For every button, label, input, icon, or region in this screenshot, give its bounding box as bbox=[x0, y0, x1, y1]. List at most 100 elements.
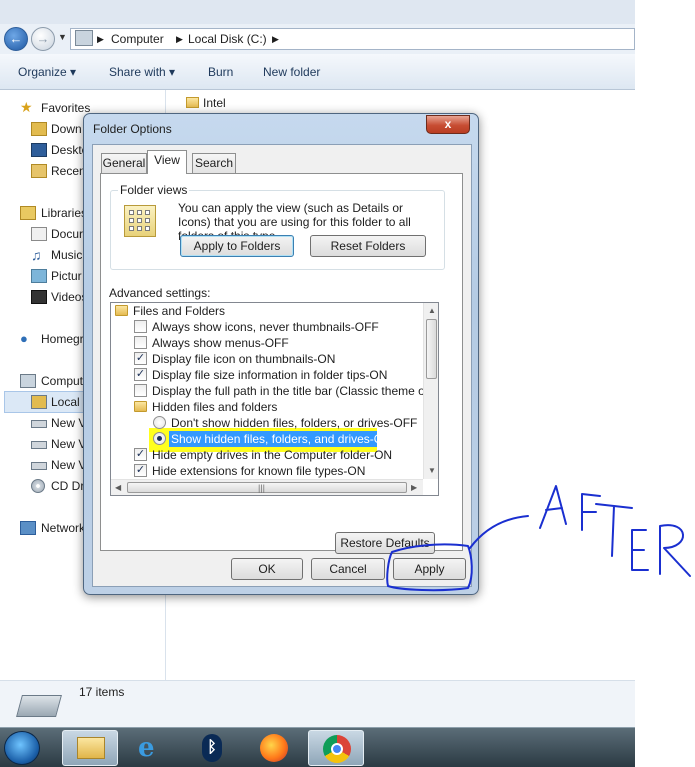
cancel-button[interactable]: Cancel bbox=[311, 558, 385, 580]
nav-pictures[interactable]: Pictur bbox=[51, 269, 82, 283]
file-name: Intel bbox=[203, 96, 226, 110]
recent-places-icon bbox=[31, 164, 47, 178]
nav-libraries[interactable]: Libraries bbox=[41, 206, 87, 220]
scroll-right-icon[interactable]: ▶ bbox=[411, 483, 417, 492]
nav-favorites[interactable]: Favorites bbox=[41, 101, 90, 115]
network-icon bbox=[20, 521, 36, 535]
checkbox-checked[interactable]: ✓ bbox=[134, 368, 147, 381]
close-button[interactable]: x bbox=[426, 115, 470, 134]
settings-rows: Files and Folders Always show icons, nev… bbox=[111, 303, 423, 479]
breadcrumb-computer[interactable]: Computer bbox=[111, 32, 164, 46]
documents-icon bbox=[31, 227, 47, 241]
window-title-strip bbox=[0, 0, 635, 24]
scroll-left-icon[interactable]: ◀ bbox=[115, 483, 121, 492]
view-tab-page: Folder views You can apply the view (suc… bbox=[100, 173, 463, 554]
nav-local-disk[interactable]: Local bbox=[51, 395, 80, 409]
local-disk-icon bbox=[31, 395, 47, 409]
vertical-scroll-thumb[interactable] bbox=[426, 319, 437, 379]
close-icon: x bbox=[444, 117, 452, 131]
tab-view[interactable]: View bbox=[147, 150, 187, 174]
breadcrumb-separator-icon: ▶ bbox=[176, 34, 183, 44]
taskbar-ie-button[interactable]: e bbox=[124, 730, 180, 766]
libraries-icon bbox=[20, 206, 36, 220]
breadcrumb-local-disk[interactable]: Local Disk (C:) bbox=[188, 32, 267, 46]
checkbox-unchecked[interactable] bbox=[134, 384, 147, 397]
drive-large-icon bbox=[16, 695, 62, 717]
tab-search[interactable]: Search bbox=[192, 153, 236, 173]
forward-button[interactable]: → bbox=[31, 27, 55, 51]
scroll-grip-icon: ||| bbox=[258, 483, 266, 493]
nav-computer[interactable]: Comput bbox=[41, 374, 83, 388]
firefox-icon bbox=[260, 734, 288, 762]
nav-new-volume-3[interactable]: New V bbox=[51, 458, 86, 472]
nav-documents[interactable]: Docur bbox=[51, 227, 83, 241]
checkbox-checked[interactable]: ✓ bbox=[134, 448, 147, 461]
recent-pages-chevron-icon[interactable]: ▼ bbox=[58, 32, 67, 42]
drive-icon bbox=[31, 462, 47, 470]
checkbox-checked[interactable]: ✓ bbox=[134, 352, 147, 365]
desktop-icon bbox=[31, 143, 47, 157]
apply-to-folders-button[interactable]: Apply to Folders bbox=[180, 235, 294, 257]
horizontal-scroll-thumb[interactable]: ||| bbox=[127, 482, 407, 493]
nav-recent[interactable]: Recen bbox=[51, 164, 86, 178]
homegroup-icon: ● bbox=[20, 331, 28, 346]
burn-button[interactable]: Burn bbox=[208, 65, 233, 79]
music-icon: ♫ bbox=[31, 247, 42, 263]
dialog-title: Folder Options bbox=[93, 122, 172, 136]
address-bar[interactable]: ▶ Computer ▶ Local Disk (C:) ▶ bbox=[70, 28, 635, 50]
scroll-up-icon[interactable]: ▲ bbox=[428, 306, 436, 315]
taskbar-chrome-button[interactable] bbox=[308, 730, 364, 766]
folder-views-legend: Folder views bbox=[118, 183, 190, 197]
command-toolbar: Organize ▾ Share with ▾ Burn New folder bbox=[0, 54, 635, 90]
nav-homegroup[interactable]: Homegr bbox=[41, 332, 84, 346]
start-button[interactable] bbox=[4, 731, 40, 765]
nav-network[interactable]: Network bbox=[41, 521, 85, 535]
nav-new-volume-2[interactable]: New V bbox=[51, 437, 86, 451]
advanced-settings-list[interactable]: Files and Folders Always show icons, nev… bbox=[110, 302, 439, 496]
taskbar-firefox-button[interactable] bbox=[246, 730, 302, 766]
organize-menu[interactable]: Organize ▾ bbox=[18, 65, 76, 79]
new-folder-button[interactable]: New folder bbox=[263, 65, 320, 79]
chrome-icon bbox=[323, 735, 351, 763]
horizontal-scrollbar[interactable]: ◀ ||| ▶ bbox=[111, 479, 423, 495]
folder-icon bbox=[77, 737, 105, 759]
apply-button[interactable]: Apply bbox=[393, 558, 466, 580]
back-button[interactable]: ← bbox=[4, 27, 28, 51]
nav-cd-drive[interactable]: CD Dr bbox=[51, 479, 84, 493]
nav-music[interactable]: Music bbox=[51, 248, 82, 262]
vertical-scrollbar[interactable]: ▲ ▼ bbox=[423, 303, 438, 479]
checkbox-checked[interactable]: ✓ bbox=[134, 464, 147, 477]
pictures-icon bbox=[31, 269, 47, 283]
advanced-settings-label: Advanced settings: bbox=[109, 286, 211, 300]
videos-icon bbox=[31, 290, 47, 304]
breadcrumb-separator-icon: ▶ bbox=[272, 34, 279, 44]
drive-icon bbox=[31, 420, 47, 428]
computer-icon bbox=[75, 30, 93, 46]
computer-icon bbox=[20, 374, 36, 388]
checkbox-unchecked[interactable] bbox=[134, 320, 147, 333]
radio-selected[interactable] bbox=[153, 432, 166, 445]
nav-downloads[interactable]: Down bbox=[51, 122, 82, 136]
reset-folders-button[interactable]: Reset Folders bbox=[310, 235, 426, 257]
taskbar-explorer-button[interactable] bbox=[62, 730, 118, 766]
taskbar-bluetooth-button[interactable]: ᛒ bbox=[184, 730, 240, 766]
internet-explorer-icon: e bbox=[138, 733, 155, 763]
tab-general[interactable]: General bbox=[101, 153, 147, 173]
nav-videos[interactable]: Videos bbox=[51, 290, 87, 304]
folder-icon bbox=[134, 401, 147, 412]
drive-icon bbox=[31, 441, 47, 449]
nav-new-volume-1[interactable]: New V bbox=[51, 416, 86, 430]
scroll-down-icon[interactable]: ▼ bbox=[428, 466, 436, 475]
star-icon: ★ bbox=[20, 99, 33, 115]
bluetooth-icon: ᛒ bbox=[202, 734, 222, 762]
downloads-icon bbox=[31, 122, 47, 136]
address-row: ← → ▼ ▶ Computer ▶ Local Disk (C:) ▶ bbox=[0, 24, 635, 54]
radio-unselected[interactable] bbox=[153, 416, 166, 429]
checkbox-unchecked[interactable] bbox=[134, 336, 147, 349]
item-count: 17 items bbox=[79, 685, 125, 699]
folder-options-dialog: Folder Options x General View Search Fol… bbox=[83, 113, 479, 595]
share-with-menu[interactable]: Share with ▾ bbox=[109, 65, 175, 79]
folder-views-group: Folder views You can apply the view (suc… bbox=[110, 183, 445, 270]
ok-button[interactable]: OK bbox=[231, 558, 303, 580]
restore-defaults-button[interactable]: Restore Defaults bbox=[335, 532, 435, 554]
